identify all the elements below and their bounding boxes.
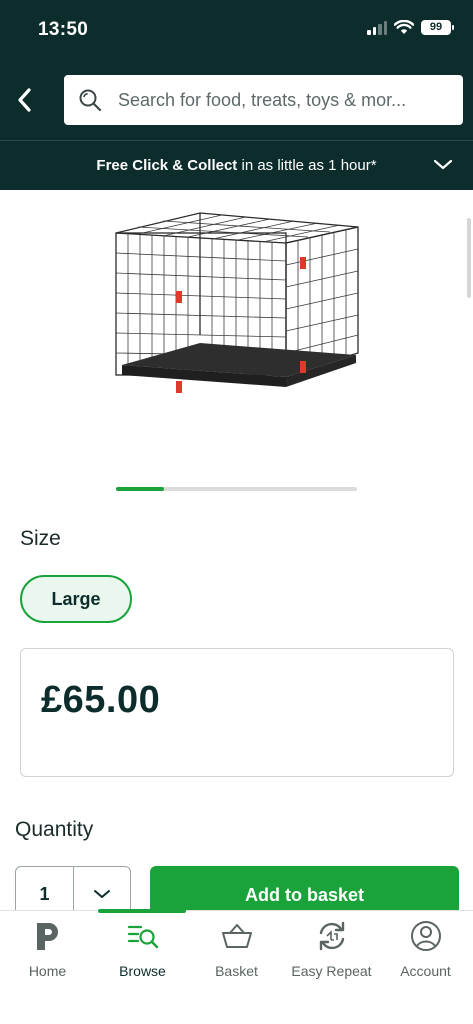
tab-browse-label: Browse (119, 963, 166, 979)
size-option-large[interactable]: Large (20, 575, 132, 623)
account-icon (409, 919, 443, 953)
browse-search-icon (126, 919, 160, 953)
tab-easy-repeat-label: Easy Repeat (291, 963, 372, 979)
size-label: Size (20, 527, 61, 550)
p-logo-icon (31, 919, 65, 953)
click-collect-banner[interactable]: Free Click & Collect in as little as 1 h… (0, 140, 473, 190)
collect-bold: Free Click & Collect (96, 157, 238, 174)
active-tab-indicator (98, 909, 186, 913)
tab-easy-repeat[interactable]: Easy Repeat (284, 919, 379, 979)
tab-browse[interactable]: Browse (95, 919, 190, 979)
quantity-label: Quantity (15, 818, 94, 841)
product-price: £65.00 (41, 679, 161, 721)
search-input[interactable]: Search for food, treats, toys & mor... (64, 75, 463, 125)
price-box: £65.00 (20, 648, 454, 777)
chevron-left-icon (18, 88, 31, 112)
tab-account-label: Account (400, 963, 451, 979)
search-placeholder: Search for food, treats, toys & mor... (118, 89, 407, 110)
status-icons: 99 (367, 20, 454, 35)
basket-icon (220, 919, 254, 953)
tab-basket[interactable]: Basket (189, 919, 284, 979)
chevron-down-icon (433, 159, 453, 170)
status-bar: 13:50 99 (0, 0, 473, 60)
repeat-icon (315, 919, 349, 953)
wifi-icon (394, 20, 414, 34)
tab-basket-label: Basket (215, 963, 258, 979)
collect-rest: in as little as 1 hour* (237, 157, 377, 174)
status-time: 13:50 (38, 19, 89, 40)
tab-home-label: Home (28, 963, 67, 979)
collect-text: Free Click & Collect in as little as 1 h… (96, 157, 376, 174)
carousel-progress (116, 487, 165, 491)
back-button[interactable] (8, 80, 40, 120)
search-icon (79, 89, 102, 112)
dog-crate-image (115, 212, 359, 393)
tab-account[interactable]: Account (378, 919, 473, 979)
header: Search for food, treats, toys & mor... (0, 60, 473, 140)
signal-icon (367, 20, 387, 35)
image-carousel-indicator (116, 487, 357, 491)
chevron-down-icon (94, 890, 110, 898)
battery-icon: 99 (421, 20, 454, 35)
bottom-tab-bar: Home Browse Basket Easy Repeat Account (0, 909, 473, 1024)
tab-home[interactable]: Home (0, 919, 95, 979)
scroll-indicator[interactable] (467, 218, 471, 298)
